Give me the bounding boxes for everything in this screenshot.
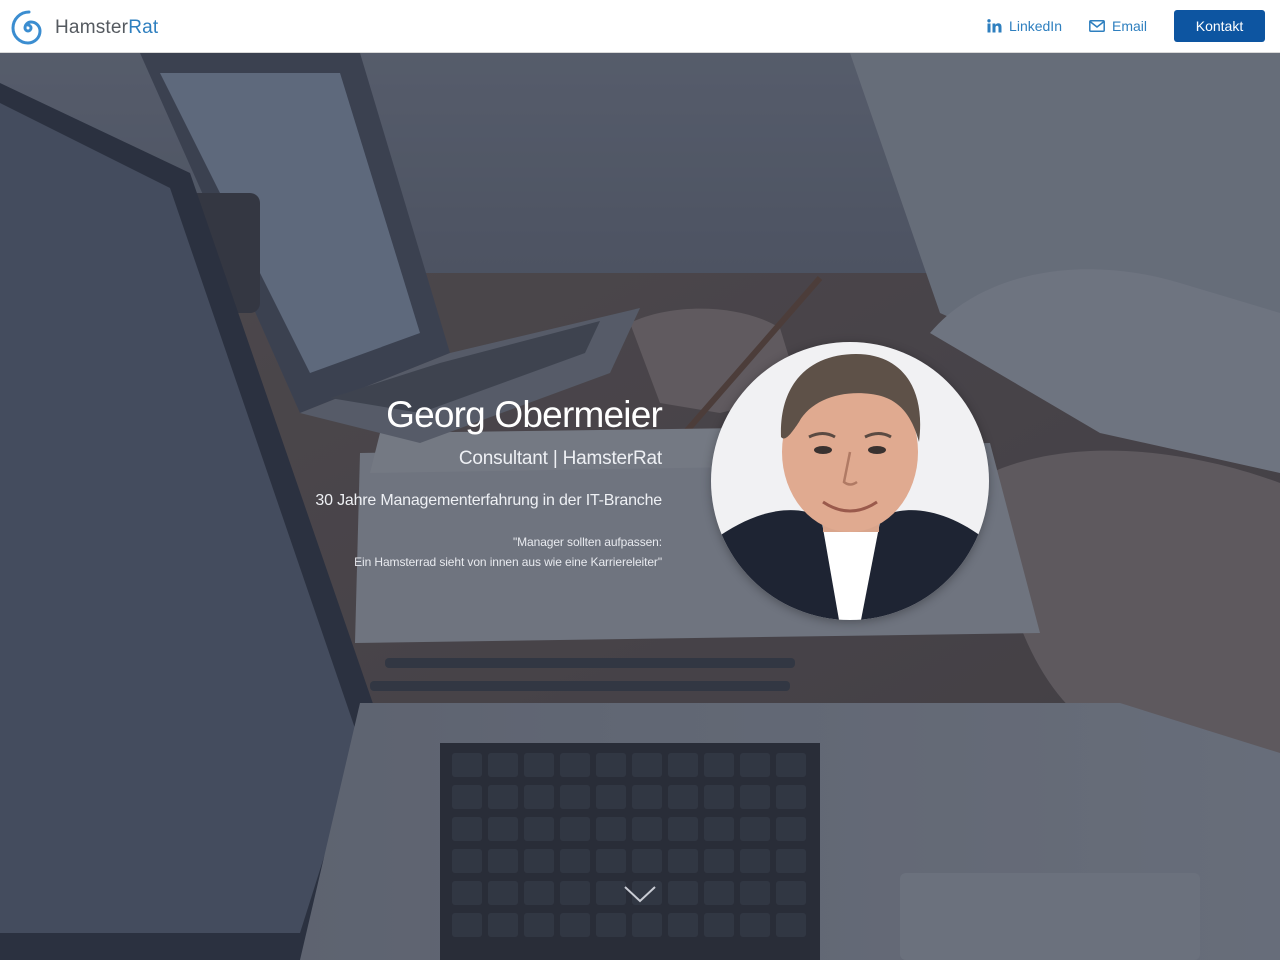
hero-section: Georg Obermeier Consultant | HamsterRat … bbox=[0, 53, 1280, 960]
hero-text-block: Georg Obermeier Consultant | HamsterRat … bbox=[315, 393, 662, 572]
quote-line-1: "Manager sollten aufpassen: bbox=[513, 535, 662, 549]
brand-logo[interactable]: HamsterRat bbox=[10, 10, 158, 46]
profile-portrait bbox=[711, 342, 989, 620]
email-label: Email bbox=[1111, 18, 1147, 34]
linkedin-label: LinkedIn bbox=[1009, 18, 1062, 34]
site-header: HamsterRat LinkedIn Email Kontakt bbox=[0, 0, 1280, 53]
linkedin-link[interactable]: LinkedIn bbox=[987, 18, 1062, 34]
contact-button[interactable]: Kontakt bbox=[1174, 10, 1265, 42]
top-nav: LinkedIn Email Kontakt bbox=[987, 10, 1265, 42]
experience-tagline: 30 Jahre Managementerfahrung in der IT-B… bbox=[315, 492, 662, 509]
email-icon bbox=[1089, 20, 1105, 32]
quote-line-2: Ein Hamsterrad sieht von innen aus wie e… bbox=[354, 555, 662, 569]
quote: "Manager sollten aufpassen: Ein Hamsterr… bbox=[315, 532, 662, 572]
chevron-down-icon[interactable] bbox=[622, 881, 658, 907]
spiral-logo-icon bbox=[11, 10, 42, 45]
portrait-image bbox=[711, 342, 989, 620]
email-link[interactable]: Email bbox=[1089, 18, 1147, 34]
person-name: Georg Obermeier bbox=[386, 394, 663, 435]
linkedin-icon bbox=[987, 19, 1002, 33]
person-role: Consultant | HamsterRat bbox=[458, 448, 662, 469]
brand-name: HamsterRat bbox=[55, 17, 159, 38]
